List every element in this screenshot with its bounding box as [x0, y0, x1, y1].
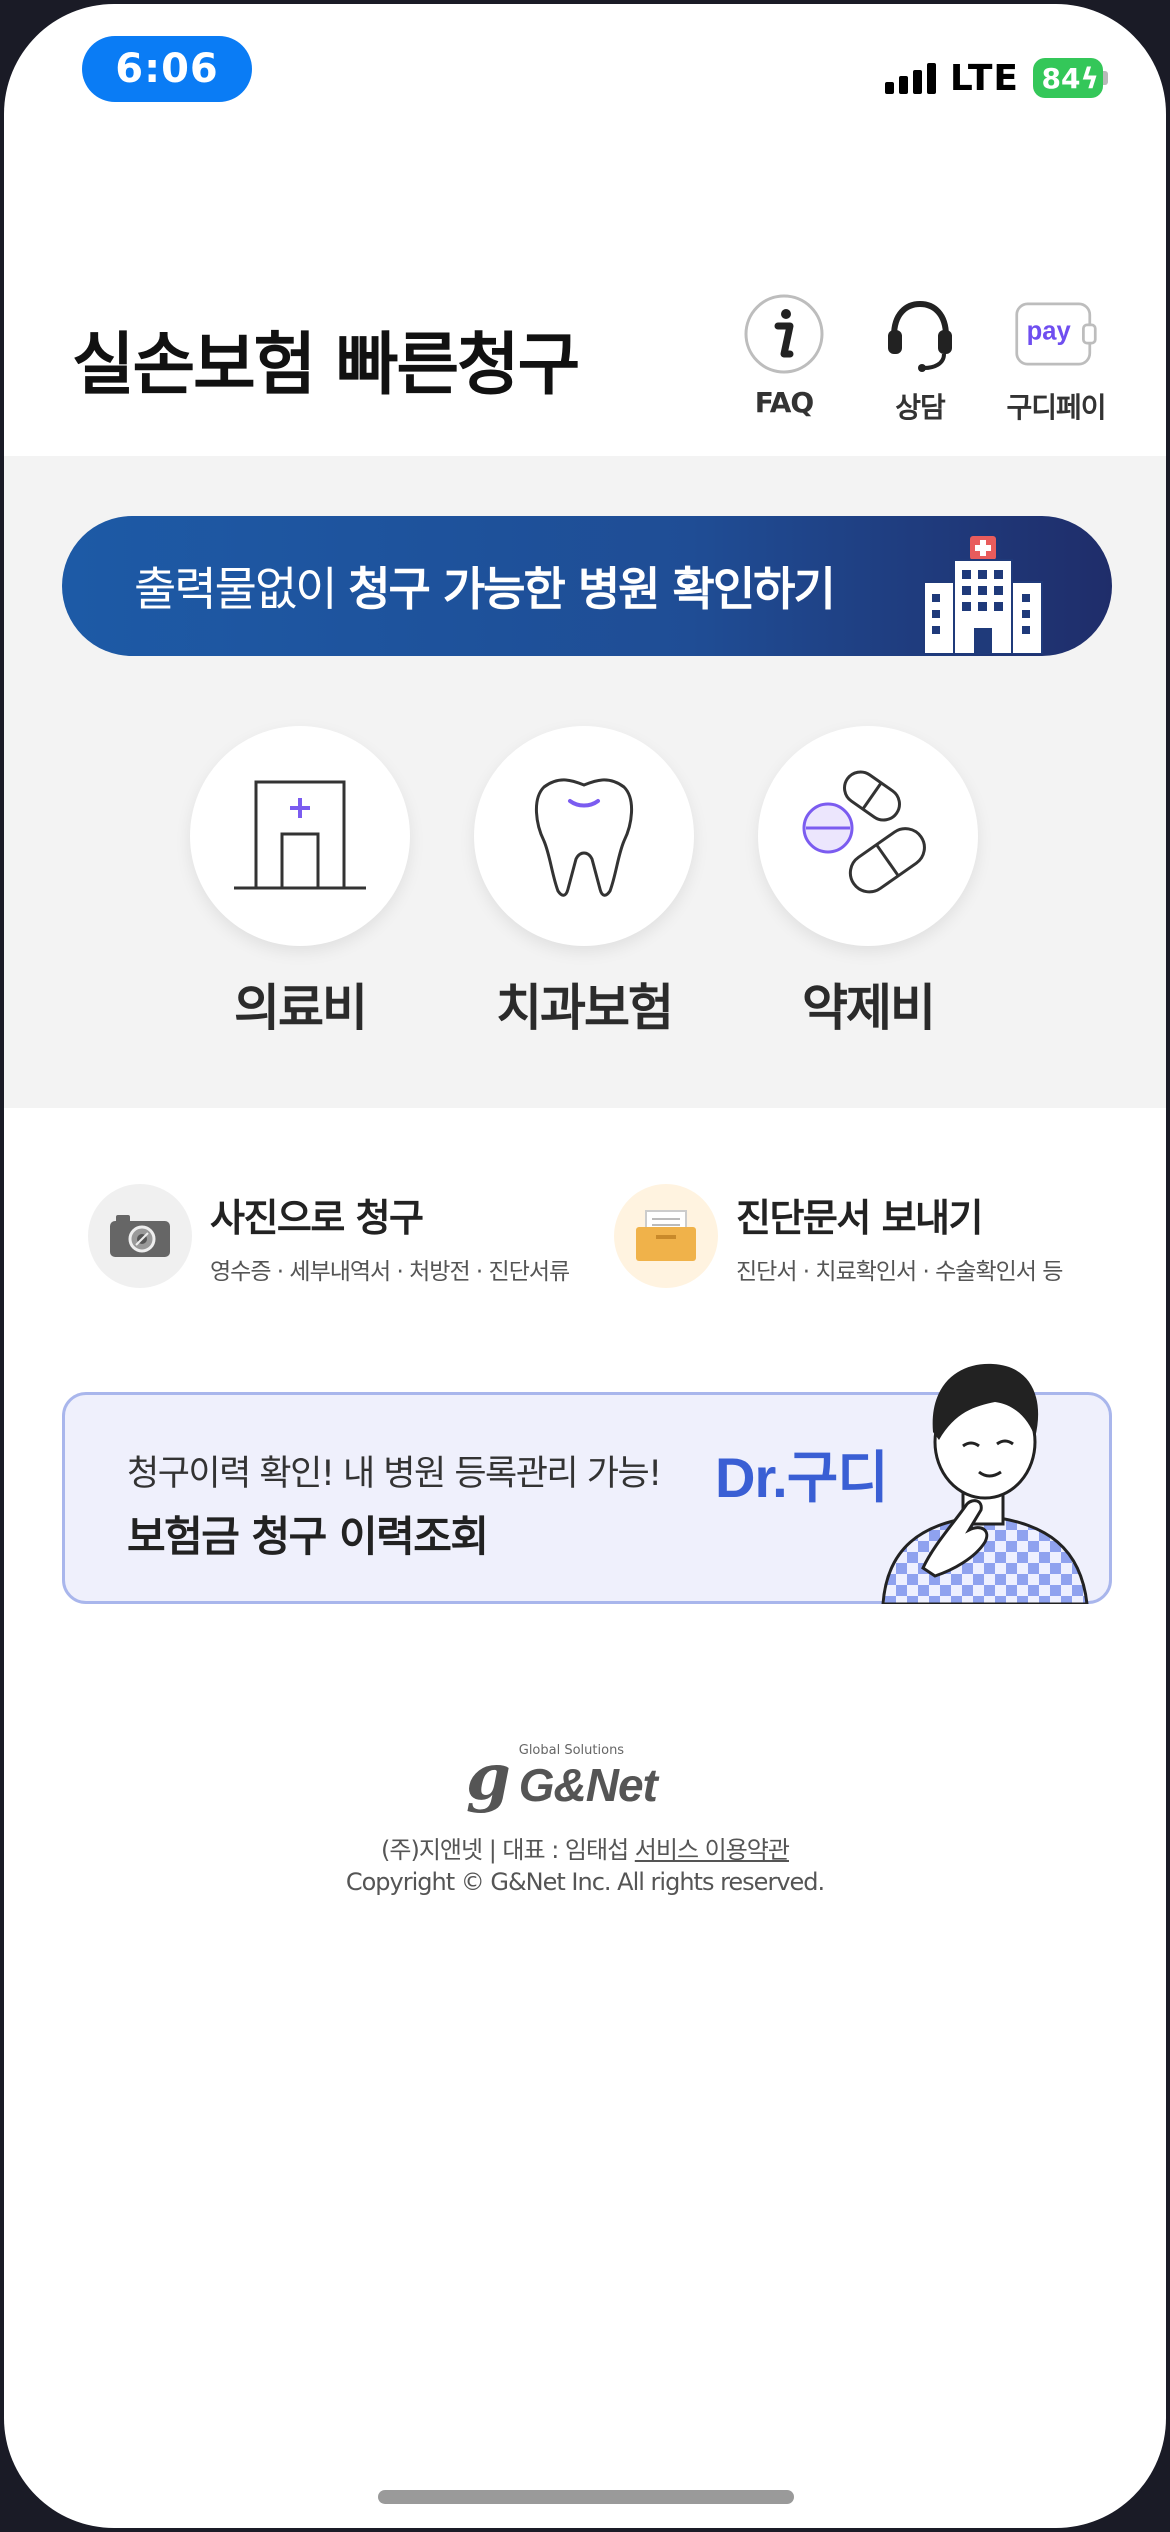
- gnet-logo: g Global Solutions G&Net: [466, 1740, 658, 1815]
- claim-history-banner[interactable]: 청구이력 확인! 내 병원 등록관리 가능! 보험금 청구 이력조회 Dr.구디: [62, 1363, 1112, 1604]
- consult-label: 상담: [895, 391, 946, 424]
- category-dental-label: 치과보험: [496, 979, 674, 1037]
- consult-button[interactable]: 상담: [870, 292, 970, 426]
- category-pharmacy[interactable]: 약제비: [758, 726, 978, 1040]
- send-documents-title: 진단문서 보내기: [736, 1195, 983, 1240]
- header-actions: FAQ 상담 pay 구디페이: [734, 292, 1107, 426]
- pay-icon-text: pay: [1027, 317, 1072, 345]
- doctor-character-illustration: [881, 1363, 1089, 1604]
- claim-section: 출력물없이 청구 가능한 병원 확인하기 의료비 치과보험 약제비: [4, 456, 1166, 1108]
- company-representative: (주)지앤넷 | 대표 : 임태섭: [381, 1836, 635, 1864]
- phone-screen: 6:06 LTE 84 ϟ 실손보험 빠른청구 FAQ 상담 pay 구디페이 …: [4, 4, 1166, 2528]
- home-indicator[interactable]: [378, 2490, 794, 2504]
- faq-button[interactable]: FAQ: [734, 292, 834, 426]
- hospital-banner-text: 출력물없이 청구 가능한 병원 확인하기: [134, 553, 836, 619]
- pay-icon: pay: [1015, 302, 1097, 366]
- photo-claim-title: 사진으로 청구: [210, 1195, 424, 1240]
- pill-icon: [802, 770, 926, 894]
- category-medical-label: 의료비: [234, 979, 368, 1037]
- network-type: LTE: [949, 57, 1019, 99]
- category-pharmacy-label: 약제비: [802, 979, 936, 1037]
- category-medical[interactable]: 의료비: [190, 726, 410, 1040]
- camera-icon: [110, 1215, 170, 1257]
- photo-claim-subtitle: 영수증 · 세부내역서 · 처방전 · 진단서류: [210, 1258, 570, 1285]
- goodipay-button[interactable]: pay 구디페이: [1006, 292, 1107, 426]
- copyright-text: Copyright © G&Net Inc. All rights reserv…: [345, 1868, 825, 1896]
- goodipay-label: 구디페이: [1006, 391, 1106, 424]
- hospital-banner-text-normal: 출력물없이: [134, 562, 349, 616]
- photo-claim-button[interactable]: 사진으로 청구 영수증 · 세부내역서 · 처방전 · 진단서류: [88, 1184, 570, 1288]
- hospital-check-banner[interactable]: 출력물없이 청구 가능한 병원 확인하기: [62, 516, 1112, 656]
- company-info: (주)지앤넷 | 대표 : 임태섭 서비스 이용약관: [4, 1830, 1166, 1865]
- terms-of-service-link[interactable]: 서비스 이용약관: [635, 1836, 790, 1864]
- battery-icon: 84 ϟ: [1033, 58, 1108, 98]
- cellular-signal-icon: [884, 62, 936, 94]
- status-indicators: LTE 84 ϟ: [884, 56, 1108, 100]
- gnet-logo-tagline: Global Solutions: [518, 1743, 625, 1758]
- hospital-door-icon: [234, 780, 366, 890]
- gnet-logo-mark: g: [466, 1740, 511, 1815]
- hospital-banner-text-bold: 청구 가능한 병원 확인하기: [348, 562, 836, 616]
- document-folder-icon: [636, 1210, 696, 1261]
- dr-goodi-logo: Dr.구디: [715, 1446, 889, 1509]
- send-documents-subtitle: 진단서 · 치료확인서 · 수술확인서 등: [736, 1258, 1063, 1285]
- page-title: 실손보험 빠른청구: [72, 326, 580, 405]
- send-documents-button[interactable]: 진단문서 보내기 진단서 · 치료확인서 · 수술확인서 등: [614, 1184, 1063, 1288]
- battery-level: 84: [1041, 61, 1081, 95]
- history-banner-title: 보험금 청구 이력조회: [127, 1512, 489, 1561]
- hospital-building-icon: [923, 536, 1043, 654]
- charging-bolt-icon: ϟ: [1080, 62, 1099, 95]
- info-icon: [744, 294, 824, 374]
- headset-icon: [888, 300, 952, 372]
- status-time: 6:06: [82, 36, 252, 102]
- category-dental[interactable]: 치과보험: [474, 726, 694, 1040]
- history-banner-subtitle: 청구이력 확인! 내 병원 등록관리 가능!: [127, 1454, 662, 1494]
- faq-label: FAQ: [754, 386, 814, 419]
- tooth-icon: [535, 778, 633, 897]
- gnet-logo-name: G&Net: [518, 1759, 658, 1811]
